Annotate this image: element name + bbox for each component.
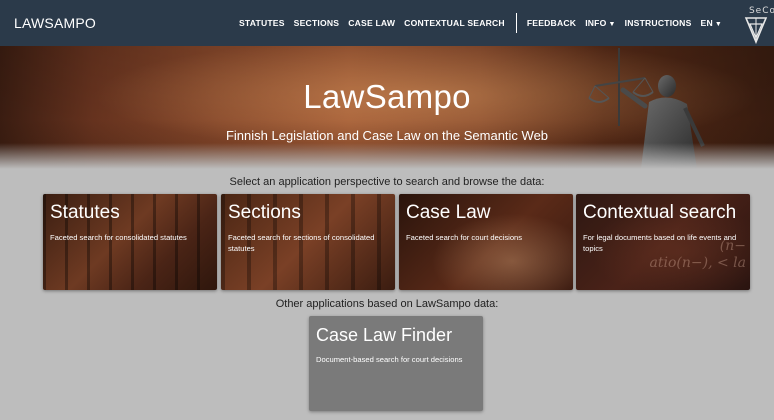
card-description: Document-based search for court decision… (316, 355, 463, 364)
language-label: EN (700, 18, 713, 28)
app-bar: LAWSAMPO STATUTES SECTIONS CASE LAW CONT… (0, 0, 774, 46)
card-title: Case Law Finder (316, 325, 453, 345)
perspective-card-case-law[interactable]: Case Law Faceted search for court decisi… (399, 194, 573, 290)
hero-subtitle: Finnish Legislation and Case Law on the … (225, 128, 549, 143)
hero-title: LawSampo (303, 78, 471, 115)
perspective-card-sections[interactable]: Sections Faceted search for sections of … (221, 194, 395, 290)
chevron-down-icon: ▼ (608, 21, 616, 28)
chevron-down-icon: ▼ (714, 21, 722, 28)
card-description: Faceted search for consolidated statutes (50, 233, 187, 242)
nav-instructions[interactable]: INSTRUCTIONS (625, 18, 692, 28)
nav-case-law[interactable]: CASE LAW (348, 18, 395, 28)
card-description: Faceted search for sections of consolida… (228, 233, 375, 253)
hero-banner: LawSampo Finnish Legislation and Case La… (0, 46, 774, 169)
nav-info-label: INFO (585, 18, 607, 28)
other-apps-heading: Other applications based on LawSampo dat… (275, 298, 499, 310)
card-title: Statutes (50, 202, 120, 223)
nav-statutes[interactable]: STATUTES (239, 18, 285, 28)
card-title: Sections (228, 202, 301, 223)
card-title: Case Law (406, 202, 491, 223)
nav-feedback[interactable]: FEEDBACK (527, 18, 576, 28)
brand-link[interactable]: LAWSAMPO (14, 15, 96, 31)
perspective-card-contextual-search[interactable]: (n− atio(n−), < la Contextual search For … (576, 194, 750, 290)
nav-contextual-search[interactable]: CONTEXTUAL SEARCH (404, 18, 505, 28)
case-law-finder-card[interactable]: Case Law Finder Document-based search fo… (309, 316, 483, 411)
nav-divider (515, 13, 517, 33)
card-description: Faceted search for court decisions (406, 233, 523, 242)
nav-info[interactable]: INFO ▼ (585, 18, 615, 28)
card-description: For legal documents based on life events… (583, 233, 737, 253)
card-title: Contextual search (583, 202, 737, 223)
main-nav: STATUTES SECTIONS CASE LAW CONTEXTUAL SE… (230, 0, 722, 46)
seco-logo-text: SeCo (748, 6, 774, 16)
perspective-card-statutes[interactable]: Statutes Faceted search for consolidated… (43, 194, 217, 290)
perspective-prompt: Select an application perspective to sea… (229, 176, 545, 188)
nav-sections[interactable]: SECTIONS (294, 18, 340, 28)
hero-fade (0, 143, 774, 169)
seco-logo[interactable]: SeCo (738, 2, 774, 45)
language-selector[interactable]: EN ▼ (701, 18, 722, 28)
